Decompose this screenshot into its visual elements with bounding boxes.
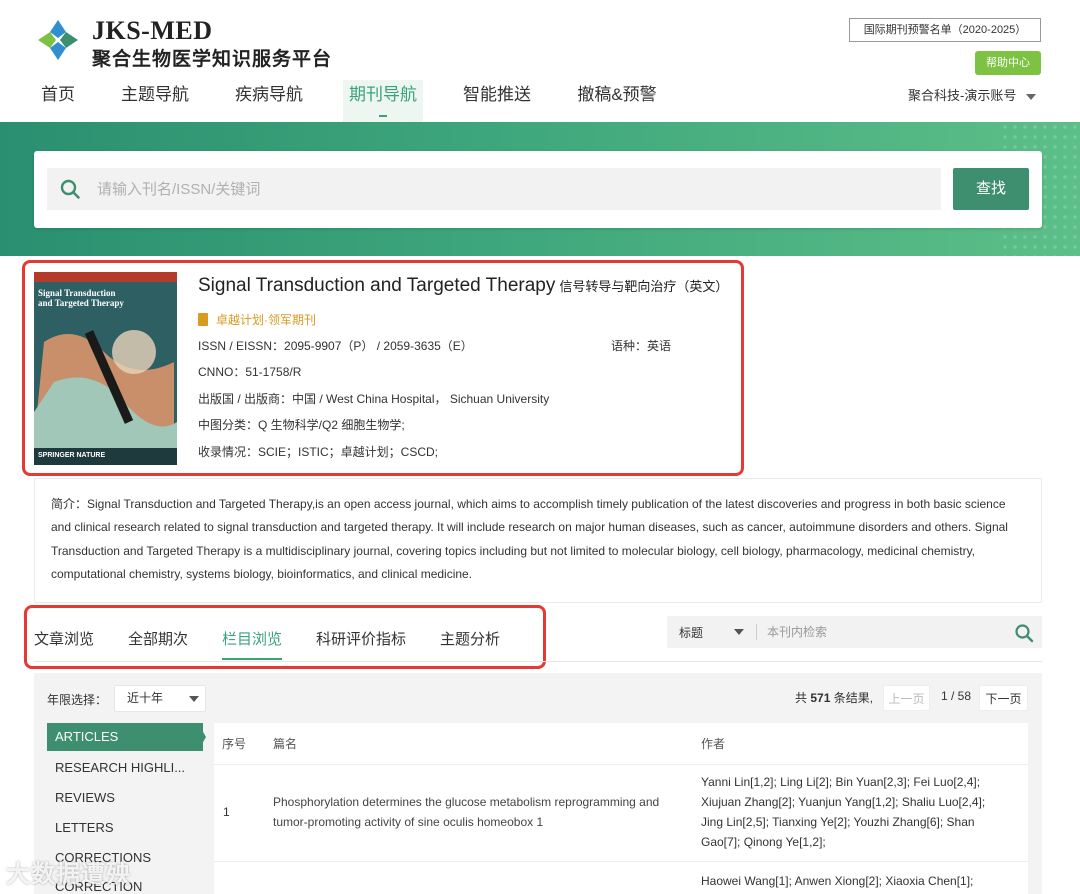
in-journal-search: 标题 bbox=[667, 616, 1042, 648]
cover-title: Signal Transduction and Targeted Therapy bbox=[38, 288, 124, 308]
year-filter-value: 近十年 bbox=[127, 691, 164, 705]
author-line: Xiujuan Zhang[2]; Yuanjun Yang[1,2]; Sha… bbox=[701, 795, 986, 809]
page-indicator: 1 / 58 bbox=[941, 689, 972, 703]
journal-search-input[interactable] bbox=[97, 168, 927, 210]
next-page-button[interactable]: 下一页 bbox=[979, 685, 1028, 711]
nav-item-smart-push[interactable]: 智能推送 bbox=[458, 80, 536, 122]
journal-cover-image: Signal Transduction and Targeted Therapy… bbox=[34, 272, 177, 465]
logo-icon bbox=[38, 20, 78, 60]
section-item-letters[interactable]: LETTERS bbox=[47, 814, 203, 842]
journal-classification: 中图分类：Q 生物科学/Q2 细胞生物学; bbox=[198, 418, 405, 432]
cover-publisher: SPRINGER NATURE bbox=[38, 452, 106, 459]
search-box bbox=[47, 168, 941, 210]
help-center-button[interactable]: 帮助中心 bbox=[975, 51, 1041, 75]
tab-topic-analysis[interactable]: 主题分析 bbox=[440, 628, 500, 649]
journal-title-en: Signal Transduction and Targeted Therapy bbox=[198, 275, 556, 296]
author-line: Jing Lin[2,5]; Tianxing Ye[2]; Youzhi Zh… bbox=[701, 815, 975, 829]
chevron-down-icon bbox=[1026, 93, 1037, 100]
brand-name-cn: 聚合生物医学知识服务平台 bbox=[92, 48, 333, 70]
section-item-articles[interactable]: ARTICLES bbox=[47, 723, 203, 751]
section-item-research-highlights[interactable]: RESEARCH HIGHLI... bbox=[47, 754, 203, 782]
tab-all-issues[interactable]: 全部期次 bbox=[128, 628, 188, 649]
prev-page-button[interactable]: 上一页 bbox=[883, 685, 930, 711]
nav-item-journals[interactable]: 期刊导航 bbox=[343, 80, 423, 122]
row-divider bbox=[214, 764, 1028, 765]
column-header-no: 序号 bbox=[222, 737, 247, 751]
result-count-prefix: 共 bbox=[795, 691, 808, 705]
nav-item-home[interactable]: 首页 bbox=[34, 80, 82, 122]
search-icon bbox=[60, 179, 80, 199]
column-header-title: 篇名 bbox=[273, 737, 298, 751]
journal-intro: 简介：Signal Transduction and Targeted Ther… bbox=[34, 478, 1042, 603]
tab-research-metrics[interactable]: 科研评价指标 bbox=[316, 628, 406, 649]
journal-issn: ISSN / EISSN：2095-9907（P） / 2059-3635（E） bbox=[198, 339, 473, 353]
result-count-number: 571 bbox=[810, 691, 831, 705]
author-line: Gao[7]; Qinong Ye[1,2]; bbox=[701, 835, 826, 849]
header: JKS-MED 聚合生物医学知识服务平台 国际期刊预警名单（2020-2025）… bbox=[0, 0, 1080, 122]
search-field-select[interactable]: 标题 bbox=[679, 624, 703, 641]
journal-badge-label: 卓越计划·领军期刊 bbox=[216, 313, 316, 327]
active-section-arrow bbox=[198, 723, 206, 751]
result-count: 共 571 条结果, bbox=[795, 689, 873, 706]
column-header-authors: 作者 bbox=[701, 737, 726, 751]
article-authors: Haowei Wang[1]; Anwen Xiong[2]; Xiaoxia … bbox=[701, 871, 973, 891]
author-line: Yanni Lin[1,2]; Ling Li[2]; Bin Yuan[2,3… bbox=[701, 775, 981, 789]
journal-badge: 卓越计划·领军期刊 bbox=[198, 311, 316, 328]
journal-title-cn: 信号转导与靶向治疗（英文） bbox=[559, 279, 729, 294]
article-authors: Yanni Lin[1,2]; Ling Li[2]; Bin Yuan[2,3… bbox=[701, 772, 985, 852]
journal-indexing: 收录情况：SCIE；ISTIC；卓越计划；CSCD; bbox=[198, 445, 439, 459]
bookmark-icon bbox=[198, 313, 208, 326]
search-icon[interactable] bbox=[1014, 623, 1034, 643]
divider bbox=[756, 624, 757, 640]
year-filter-label: 年限选择： bbox=[47, 693, 108, 707]
nav-item-topics[interactable]: 主题导航 bbox=[116, 80, 194, 122]
journal-cnno: CNNO：51-1758/R bbox=[198, 365, 302, 379]
nav-item-diseases[interactable]: 疾病导航 bbox=[230, 80, 308, 122]
tab-section-browse[interactable]: 栏目浏览 bbox=[222, 628, 282, 649]
journal-publisher: 出版国 / 出版商：中国 / West China Hospital， Sich… bbox=[198, 392, 550, 406]
chevron-down-icon bbox=[189, 696, 199, 702]
active-tab-indicator bbox=[222, 658, 282, 660]
cover-title-line: Signal Transduction bbox=[38, 288, 116, 298]
section-item-reviews[interactable]: REVIEWS bbox=[47, 784, 203, 812]
result-count-suffix: 条结果, bbox=[833, 691, 874, 705]
year-filter-select[interactable]: 近十年 bbox=[114, 685, 206, 712]
journal-language: 语种：英语 bbox=[611, 339, 672, 353]
nav-item-retraction[interactable]: 撤稿&预警 bbox=[572, 80, 662, 122]
journal-title: Signal Transduction and Targeted Therapy… bbox=[198, 275, 728, 297]
watermark-text: 大数据遭殃 bbox=[6, 861, 131, 888]
article-title-line: tumor-promoting activity of sine oculis … bbox=[273, 815, 544, 829]
row-number: 1 bbox=[223, 805, 230, 819]
in-journal-search-input[interactable] bbox=[767, 616, 997, 648]
author-line: Haowei Wang[1]; Anwen Xiong[2]; Xiaoxia … bbox=[701, 874, 974, 888]
row-divider bbox=[214, 861, 1028, 862]
search-button[interactable]: 查找 bbox=[953, 168, 1029, 210]
account-name: 聚合科技-演示账号 bbox=[908, 88, 1017, 103]
warning-list-link[interactable]: 国际期刊预警名单（2020-2025） bbox=[849, 18, 1041, 42]
chevron-down-icon[interactable] bbox=[734, 629, 744, 635]
cover-title-line: and Targeted Therapy bbox=[38, 298, 124, 308]
divider bbox=[34, 661, 1042, 662]
brand-name-en: JKS-MED bbox=[92, 16, 213, 45]
account-menu[interactable]: 聚合科技-演示账号 bbox=[908, 85, 1037, 104]
article-title-line: Phosphorylation determines the glucose m… bbox=[273, 795, 660, 809]
article-title-link[interactable]: Phosphorylation determines the glucose m… bbox=[273, 792, 659, 832]
tab-article-browse[interactable]: 文章浏览 bbox=[34, 628, 94, 649]
